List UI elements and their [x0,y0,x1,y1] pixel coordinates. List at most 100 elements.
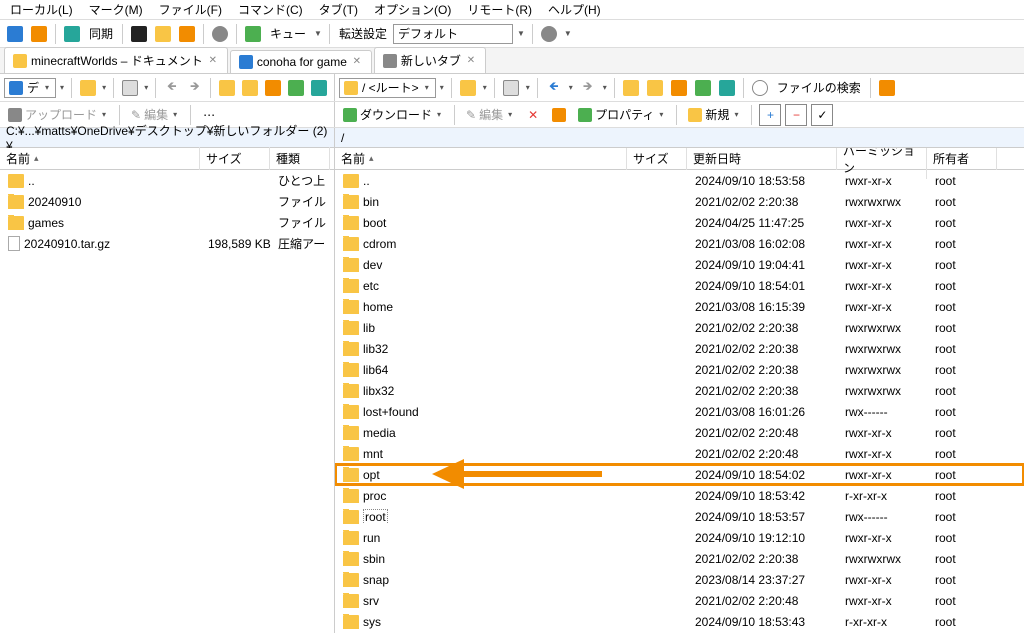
forward-icon[interactable]: 🡺 [577,77,599,99]
folder-icon[interactable] [216,77,237,99]
sync-icon[interactable] [716,77,738,99]
list-item[interactable]: lost+found2021/03/08 16:01:26rwx------ro… [335,401,1024,422]
folder-icon[interactable] [620,77,642,99]
list-item[interactable]: libx322021/02/02 2:20:38rwxrwxrwxroot [335,380,1024,401]
menu-item[interactable]: ヘルプ(H) [542,0,607,20]
terminal-icon[interactable] [128,23,150,45]
list-item[interactable]: mnt2021/02/02 2:20:48rwxr-xr-xroot [335,443,1024,464]
stack-icon[interactable] [176,23,198,45]
menu-item[interactable]: ファイル(F) [153,0,228,20]
remote-column-header[interactable]: 名前▴ サイズ 更新日時 パーミッション 所有者 [335,148,1024,170]
menu-item[interactable]: タブ(T) [313,0,364,20]
rename-icon[interactable] [548,104,570,126]
new-button[interactable]: 新規▾ [684,104,744,125]
list-item[interactable]: lib322021/02/02 2:20:38rwxrwxrwxroot [335,338,1024,359]
file-name: libx32 [363,384,394,398]
close-icon[interactable]: ✕ [351,56,363,68]
list-item[interactable]: 20240910ファイル [0,191,334,212]
local-column-header[interactable]: 名前▴ サイズ 種類 [0,148,334,170]
home-icon[interactable] [263,77,284,99]
download-button[interactable]: ダウンロード▾ [339,104,447,125]
close-icon[interactable]: ✕ [207,55,219,67]
menu-item[interactable]: リモート(R) [461,0,538,20]
remote-file-list[interactable]: ..2024/09/10 18:53:58rwxr-xr-xrootbin202… [335,170,1024,633]
list-item[interactable]: run2024/09/10 19:12:10rwxr-xr-xroot [335,527,1024,548]
list-item[interactable]: cdrom2021/03/08 16:02:08rwxr-xr-xroot [335,233,1024,254]
sites-icon[interactable] [28,23,50,45]
open-folder-icon[interactable] [457,77,479,99]
file-name: .. [28,174,35,188]
session-tab[interactable]: conoha for game ✕ [230,50,372,73]
list-item[interactable]: proc2024/09/10 18:53:42r-xr-xr-xroot [335,485,1024,506]
tab-label: conoha for game [257,55,347,69]
filter-icon[interactable] [119,77,140,99]
local-file-list[interactable]: ..ひとつ上20240910ファイルgamesファイル20240910.tar.… [0,170,334,633]
back-icon[interactable]: 🡸 [543,77,565,99]
session-tab[interactable]: 新しいタブ✕ [374,47,486,73]
refresh-icon[interactable] [286,77,307,99]
list-item[interactable]: dev2024/09/10 19:04:41rwxr-xr-xroot [335,254,1024,275]
session-icon[interactable] [4,23,26,45]
list-item[interactable]: lib2021/02/02 2:20:38rwxrwxrwxroot [335,317,1024,338]
settings-icon[interactable] [209,23,231,45]
refresh-icon[interactable] [692,77,714,99]
list-item[interactable]: gamesファイル [0,212,334,233]
folder-icon [343,342,359,356]
list-item[interactable]: srv2021/02/02 2:20:48rwxr-xr-xroot [335,590,1024,611]
list-item[interactable]: sys2024/09/10 18:53:43r-xr-xr-xroot [335,611,1024,632]
list-item[interactable]: boot2024/04/25 11:47:25rwxr-xr-xroot [335,212,1024,233]
remote-path[interactable]: / [335,128,1024,147]
file-name: lost+found [363,405,419,419]
folder2-icon[interactable] [644,77,666,99]
list-item[interactable]: root2024/09/10 18:53:57rwx------root [335,506,1024,527]
remote-path-select[interactable]: / <ルート>▾ [339,78,436,98]
chevron-down-icon[interactable]: ▼ [312,29,324,38]
list-item[interactable]: 20240910.tar.gz198,589 KB圧縮アー [0,233,334,254]
queue-icon[interactable] [242,23,264,45]
gear-icon[interactable] [538,23,560,45]
transfer-preset-select[interactable]: デフォルト [393,24,513,44]
properties-button[interactable]: プロパティ▾ [574,104,669,125]
list-item[interactable]: home2021/03/08 16:15:39rwxr-xr-xroot [335,296,1024,317]
edit-button[interactable]: ✎編集▾ [462,104,518,125]
forward-icon[interactable]: 🡺 [184,77,205,99]
sync-label[interactable]: 同期 [85,25,117,42]
folder2-icon[interactable] [240,77,261,99]
sync-icon[interactable] [309,77,330,99]
filter-icon[interactable] [500,77,522,99]
menu-item[interactable]: マーク(M) [83,0,149,20]
shapes-icon[interactable] [152,23,174,45]
menu-item[interactable]: ローカル(L) [4,0,79,20]
list-item[interactable]: bin2021/02/02 2:20:38rwxrwxrwxroot [335,191,1024,212]
find-icon[interactable] [749,77,771,99]
find-label[interactable]: ファイルの検索 [773,79,865,96]
list-item[interactable]: etc2024/09/10 18:54:01rwxr-xr-xroot [335,275,1024,296]
list-item[interactable]: opt2024/09/10 18:54:02rwxr-xr-xroot [335,464,1024,485]
check-icon[interactable]: ✓ [811,104,833,126]
minus-icon[interactable]: − [785,104,807,126]
back-icon[interactable]: 🡸 [161,77,182,99]
open-folder-icon[interactable] [77,77,98,99]
delete-icon[interactable]: ✕ [522,104,544,126]
home-icon[interactable] [668,77,690,99]
list-item[interactable]: ..2024/09/10 18:53:58rwxr-xr-xroot [335,170,1024,191]
chevron-down-icon[interactable]: ▼ [515,29,527,38]
session-tabs: minecraftWorlds – ドキュメント✕conoha for game… [0,48,1024,74]
menu-item[interactable]: コマンド(C) [232,0,309,20]
session-tab[interactable]: minecraftWorlds – ドキュメント✕ [4,47,228,73]
bookmark-icon[interactable] [876,77,898,99]
chevron-down-icon[interactable]: ▼ [562,29,574,38]
local-drive-select[interactable]: デ▾ [4,78,56,98]
queue-label[interactable]: キュー [266,25,310,42]
folder-icon [8,216,24,230]
list-item[interactable]: media2021/02/02 2:20:48rwxr-xr-xroot [335,422,1024,443]
plus-icon[interactable]: + [759,104,781,126]
local-path[interactable]: C:¥...¥matts¥OneDrive¥デスクトップ¥新しいフォルダー (2… [0,128,335,147]
list-item[interactable]: sbin2021/02/02 2:20:38rwxrwxrwxroot [335,548,1024,569]
sync-browse-icon[interactable] [61,23,83,45]
list-item[interactable]: ..ひとつ上 [0,170,334,191]
menu-item[interactable]: オプション(O) [368,0,457,20]
list-item[interactable]: snap2023/08/14 23:37:27rwxr-xr-xroot [335,569,1024,590]
close-icon[interactable]: ✕ [465,55,477,67]
list-item[interactable]: lib642021/02/02 2:20:38rwxrwxrwxroot [335,359,1024,380]
